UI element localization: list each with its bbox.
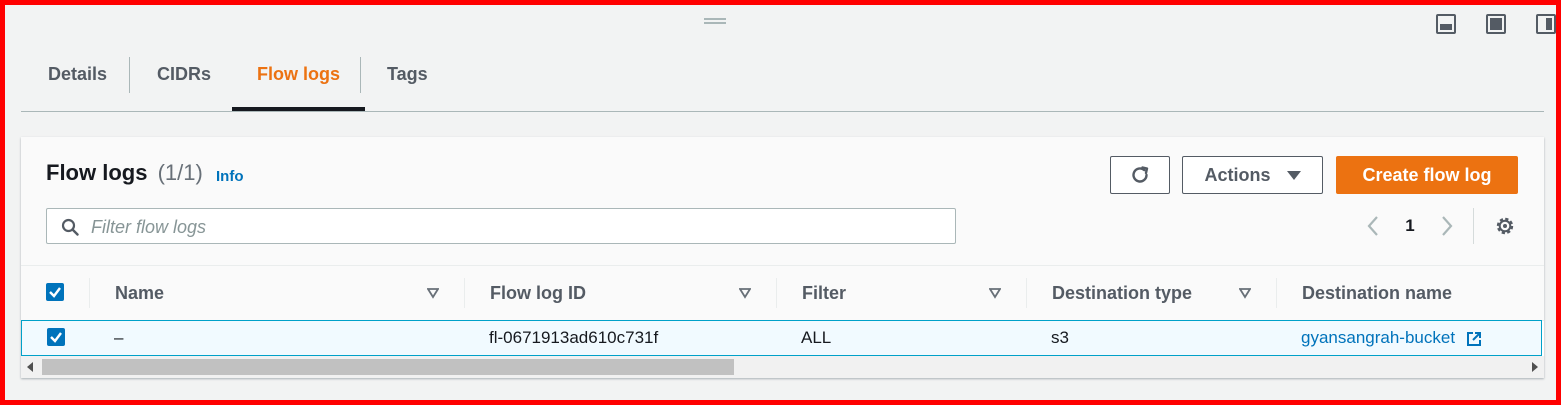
- refresh-icon: [1132, 166, 1149, 183]
- column-header-destination-type[interactable]: Destination type: [1052, 266, 1192, 320]
- info-link[interactable]: Info: [216, 168, 244, 185]
- scroll-left-arrow-icon[interactable]: [27, 362, 33, 372]
- scroll-right-arrow-icon[interactable]: [1532, 362, 1538, 372]
- cell-name: –: [114, 328, 124, 347]
- chevron-right-icon: [1442, 216, 1453, 236]
- actions-label: Actions: [1204, 164, 1271, 185]
- table-row[interactable]: – fl-0671913ad610c731f ALL s3 gyansangra…: [21, 320, 1542, 356]
- split-side-icon[interactable]: [1536, 14, 1556, 34]
- pagination: 1: [1361, 212, 1459, 240]
- cell-flow-log-id: fl-0671913ad610c731f: [489, 328, 659, 347]
- select-all-checkbox[interactable]: [46, 283, 64, 301]
- pagination-divider: [1473, 208, 1474, 244]
- column-header-destination-name[interactable]: Destination name: [1302, 266, 1452, 320]
- refresh-button[interactable]: [1110, 156, 1170, 194]
- maximize-panel-icon[interactable]: [1486, 14, 1506, 34]
- chevron-left-icon: [1367, 216, 1378, 236]
- caret-down-icon: [1286, 170, 1301, 180]
- tab-flow-logs[interactable]: Flow logs: [232, 50, 365, 111]
- tab-divider: [129, 57, 130, 93]
- sort-icon[interactable]: [1239, 287, 1251, 299]
- panel-title-text: Flow logs: [46, 160, 148, 185]
- row-select-checkbox[interactable]: [47, 328, 65, 346]
- sort-icon[interactable]: [427, 287, 439, 299]
- horizontal-scrollbar[interactable]: [21, 356, 1544, 378]
- create-flow-log-button[interactable]: Create flow log: [1336, 156, 1518, 194]
- next-page-button[interactable]: [1435, 212, 1459, 240]
- tab-divider: [360, 57, 361, 93]
- cell-filter: ALL: [801, 328, 832, 347]
- column-divider: [464, 278, 465, 308]
- tab-details[interactable]: Details: [48, 50, 107, 110]
- checkmark-icon: [49, 287, 61, 298]
- tab-tags[interactable]: Tags: [387, 50, 428, 110]
- checkmark-icon: [50, 332, 62, 343]
- current-page-number[interactable]: 1: [1385, 216, 1435, 236]
- filter-flow-logs-input[interactable]: [89, 209, 943, 245]
- scrollbar-thumb[interactable]: [42, 359, 734, 375]
- cell-destination-name[interactable]: gyansangrah-bucket: [1301, 321, 1482, 355]
- layout-controls: [1436, 14, 1556, 34]
- column-divider: [776, 278, 777, 308]
- sort-icon[interactable]: [739, 287, 751, 299]
- filter-search-box: [46, 208, 956, 245]
- column-divider: [89, 278, 90, 308]
- column-header-flow-log-id[interactable]: Flow log ID: [490, 266, 586, 320]
- sort-icon[interactable]: [989, 287, 1001, 299]
- panel-title: Flow logs (1/1): [46, 160, 203, 186]
- column-header-filter[interactable]: Filter: [802, 266, 846, 320]
- column-divider: [1026, 278, 1027, 308]
- previous-page-button[interactable]: [1361, 212, 1385, 240]
- gear-icon[interactable]: [1494, 215, 1516, 237]
- split-bottom-icon[interactable]: [1436, 14, 1456, 34]
- external-link-icon[interactable]: [1466, 331, 1482, 347]
- panel-count: (1/1): [157, 160, 203, 185]
- flow-logs-panel: Flow logs (1/1) Info Actions Create flow…: [21, 137, 1544, 378]
- column-header-name[interactable]: Name: [115, 266, 164, 320]
- search-icon: [61, 218, 79, 236]
- actions-dropdown-button[interactable]: Actions: [1182, 156, 1323, 194]
- panel-header: Flow logs (1/1) Info Actions Create flow…: [21, 137, 1544, 265]
- tab-list: Details CIDRs Flow logs Tags: [21, 50, 1544, 112]
- table-header: Name Flow log ID Filter Destination type…: [21, 265, 1544, 321]
- tab-cidrs[interactable]: CIDRs: [157, 50, 211, 110]
- panel-resize-handle[interactable]: [704, 17, 726, 25]
- column-divider: [1276, 278, 1277, 308]
- destination-bucket-link[interactable]: gyansangrah-bucket: [1301, 328, 1455, 347]
- cell-destination-type: s3: [1051, 328, 1069, 347]
